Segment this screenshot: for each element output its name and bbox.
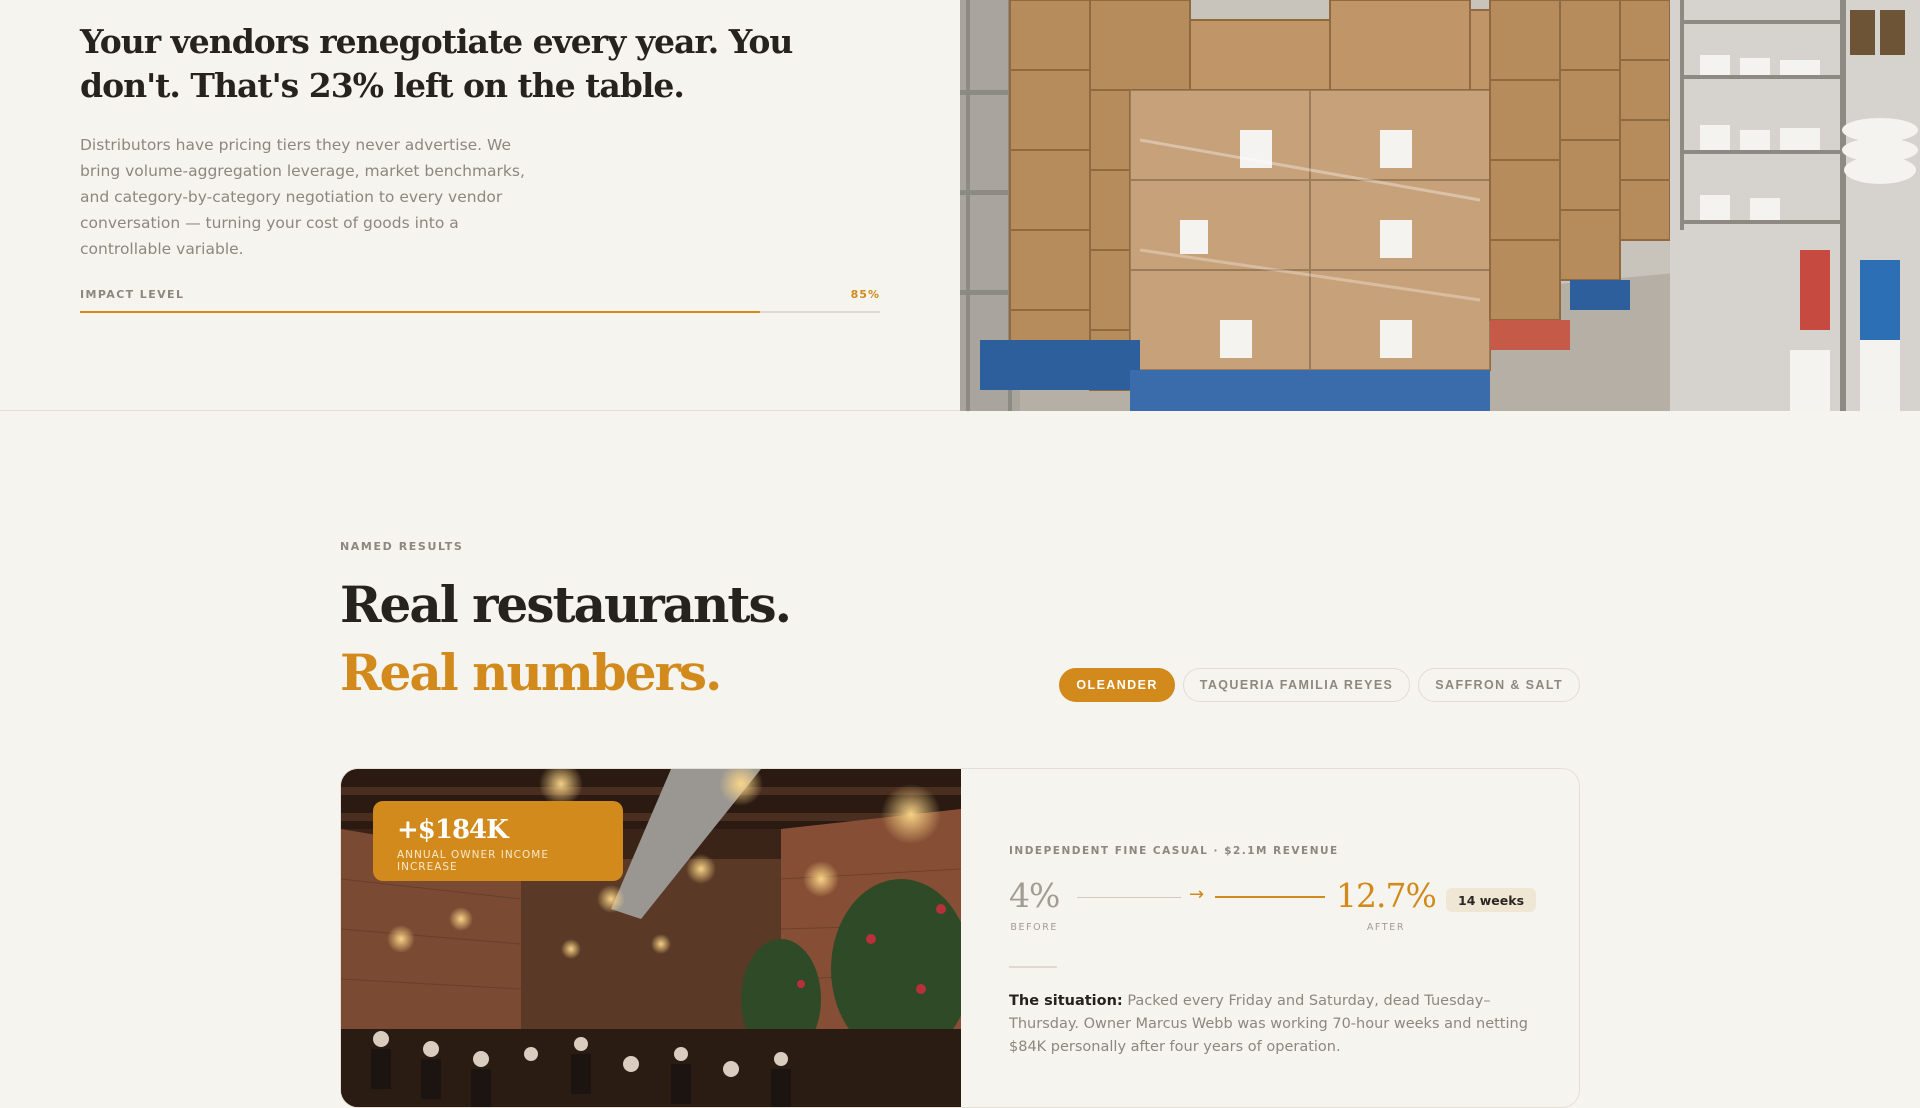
after-value: 12.7%	[1336, 876, 1437, 915]
duration-chip: 14 weeks	[1446, 888, 1537, 912]
badge-label: ANNUAL OWNER INCOME INCREASE	[397, 849, 549, 873]
situation-text: The situation: Packed every Friday and S…	[1009, 990, 1529, 1059]
named-results-eyebrow: NAMED RESULTS	[340, 540, 464, 553]
vendor-headline: Your vendors renegotiate every year. You…	[80, 22, 793, 105]
before-label: BEFORE	[1010, 922, 1059, 933]
impact-level-value: 85%	[850, 288, 880, 301]
margin-comparison: 4% BEFORE → 12.7% AFTER 14 weeks	[1009, 876, 1549, 936]
impact-meter: IMPACT LEVEL 85%	[80, 288, 880, 313]
income-increase-badge: +$184K ANNUAL OWNER INCOME INCREASE	[373, 801, 623, 881]
after-label: AFTER	[1366, 922, 1406, 933]
metric-before: 4% BEFORE	[1009, 876, 1060, 933]
restaurant-tabs: OLEANDER TAQUERIA FAMILIA REYES SAFFRON …	[1059, 668, 1580, 702]
vendor-negotiation-section: Your vendors renegotiate every year. You…	[0, 0, 1920, 411]
metric-after: 12.7% AFTER	[1336, 876, 1437, 933]
before-value: 4%	[1009, 876, 1060, 915]
case-category: INDEPENDENT FINE CASUAL · $2.1M REVENUE	[1009, 845, 1339, 857]
tab-saffron-and-salt[interactable]: SAFFRON & SALT	[1418, 668, 1580, 702]
vendor-description: Distributors have pricing tiers they nev…	[80, 136, 525, 258]
tab-oleander[interactable]: OLEANDER	[1059, 668, 1175, 702]
impact-progress-track	[80, 311, 880, 313]
situation-label: The situation:	[1009, 993, 1123, 1009]
impact-progress-fill	[80, 311, 760, 313]
results-title-line1: Real restaurants.	[340, 575, 792, 634]
arrow-right-icon: →	[1189, 884, 1205, 905]
vendor-negotiation-copy: Your vendors renegotiate every year. You…	[80, 0, 880, 313]
named-results-section: NAMED RESULTS Real restaurants. Real num…	[340, 540, 1580, 1108]
badge-value: +$184K	[397, 815, 509, 845]
case-details: INDEPENDENT FINE CASUAL · $2.1M REVENUE …	[1009, 769, 1549, 1107]
connector-line-after	[1215, 896, 1325, 898]
tab-taqueria-familia-reyes[interactable]: TAQUERIA FAMILIA REYES	[1182, 668, 1411, 702]
detail-divider	[1009, 966, 1057, 968]
warehouse-photo	[960, 0, 1920, 411]
impact-level-label: IMPACT LEVEL	[80, 288, 185, 301]
restaurant-photo: +$184K ANNUAL OWNER INCOME INCREASE	[341, 769, 961, 1107]
connector-line-before	[1077, 897, 1181, 898]
case-study-card: +$184K ANNUAL OWNER INCOME INCREASE INDE…	[340, 768, 1580, 1108]
